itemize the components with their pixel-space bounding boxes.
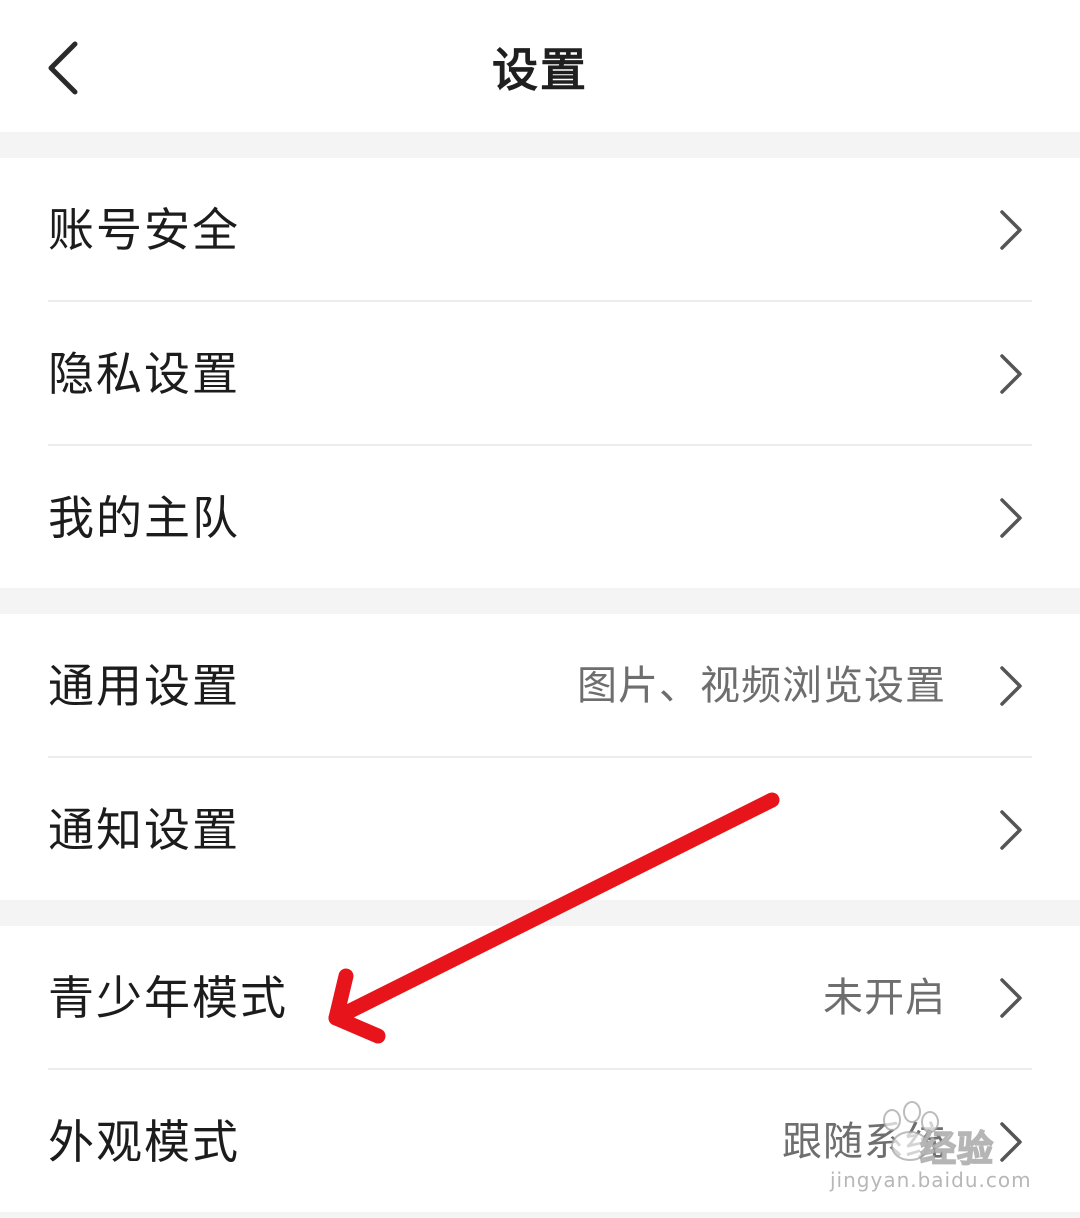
settings-item-general[interactable]: 通用设置 图片、视频浏览设置 [0,614,1080,758]
settings-group-account: 账号安全 隐私设置 我的主队 [0,158,1080,588]
item-label: 通知设置 [48,803,240,857]
settings-group-display: 青少年模式 未开启 外观模式 跟随系统 [0,926,1080,1212]
chevron-left-icon [48,41,78,95]
chevron-right-icon [1000,354,1022,394]
settings-item-privacy[interactable]: 隐私设置 [0,302,1080,446]
settings-item-notifications[interactable]: 通知设置 [0,758,1080,902]
settings-group-general: 通用设置 图片、视频浏览设置 通知设置 [0,614,1080,900]
settings-item-home-team[interactable]: 我的主队 [0,446,1080,590]
item-label: 隐私设置 [48,347,240,401]
item-label: 通用设置 [48,659,240,713]
chevron-right-icon [1000,498,1022,538]
item-label: 我的主队 [48,491,240,545]
settings-item-teen-mode[interactable]: 青少年模式 未开启 [0,926,1080,1070]
item-value: 跟随系统 [782,1119,946,1165]
page-title: 设置 [492,43,588,97]
chevron-right-icon [1000,1122,1022,1162]
top-bar: 设置 [0,0,1080,132]
chevron-right-icon [1000,978,1022,1018]
chevron-right-icon [1000,810,1022,850]
settings-item-account-security[interactable]: 账号安全 [0,158,1080,302]
item-label: 账号安全 [48,203,240,257]
chevron-right-icon [1000,210,1022,250]
item-label: 青少年模式 [48,971,288,1025]
item-value: 图片、视频浏览设置 [577,663,946,709]
back-button[interactable] [28,30,98,106]
settings-item-appearance[interactable]: 外观模式 跟随系统 [0,1070,1080,1214]
item-label: 外观模式 [48,1115,240,1169]
settings-page: 设置 账号安全 隐私设置 我的主队 通用设置 图片、视频浏览设置 通知设置 青少… [0,0,1080,1218]
chevron-right-icon [1000,666,1022,706]
item-value: 未开启 [823,975,946,1021]
